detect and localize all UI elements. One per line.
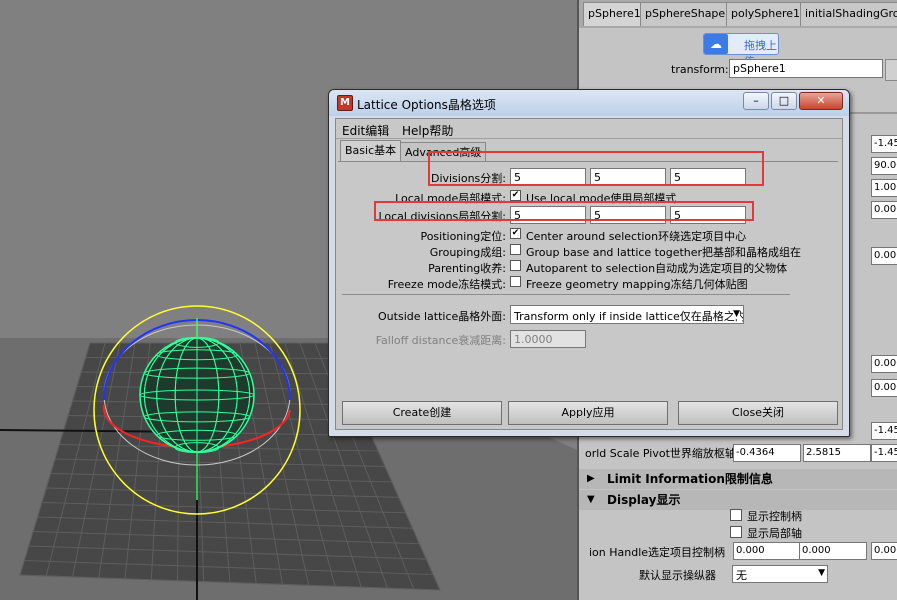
- highlight-local-divisions-box: [374, 201, 754, 221]
- parenting-checkbox[interactable]: [510, 260, 521, 271]
- node-tab-polysphere1[interactable]: polySphere1: [726, 2, 806, 26]
- display-local-axis-checkbox[interactable]: [730, 526, 742, 538]
- outside-lattice-dropdown[interactable]: Transform only if inside lattice仅在晶格之内 ▼: [510, 305, 744, 324]
- dialog-titlebar[interactable]: M Lattice Options晶格选项 – □ ✕: [329, 90, 849, 116]
- sphere-object: [139, 336, 255, 454]
- maximize-button[interactable]: □: [771, 92, 797, 110]
- chevron-down-icon: ▼: [818, 568, 825, 578]
- default-manipulator-label: 默认显示操纵器: [639, 569, 716, 582]
- node-tab-initialshadinggroup[interactable]: initialShadingGroup: [800, 2, 897, 26]
- highlight-divisions-box: [428, 151, 764, 186]
- attr-value-field[interactable]: 0.000: [871, 379, 897, 397]
- attr-value-field[interactable]: -1.45: [871, 135, 897, 153]
- grouping-checkbox[interactable]: [510, 244, 521, 255]
- collapse-arrow-icon: ▼: [587, 494, 595, 505]
- falloff-distance-label: Falloff distance衰减距离:: [375, 334, 506, 347]
- pivot-y-field[interactable]: 2.5815: [803, 444, 871, 462]
- dialog-menubar: Edit编辑 Help帮助: [336, 119, 842, 139]
- attr-value-field[interactable]: 90.00: [871, 157, 897, 175]
- section-title: Display显示: [607, 493, 681, 507]
- chevron-down-icon: ▼: [733, 309, 740, 319]
- display-section[interactable]: ▼ Display显示: [579, 490, 897, 510]
- freeze-mode-checkbox[interactable]: [510, 276, 521, 287]
- attr-value-field[interactable]: 0.000: [871, 355, 897, 373]
- handle-y-field[interactable]: 0.000: [799, 542, 867, 560]
- focus-button[interactable]: [885, 59, 897, 81]
- upload-button[interactable]: ☁ 拖拽上传: [703, 33, 779, 68]
- default-manipulator-dropdown[interactable]: 无 ▼: [732, 565, 828, 583]
- grouping-label: Grouping成组:: [429, 246, 506, 259]
- display-local-axis-label: 显示局部轴: [747, 527, 802, 540]
- separator: [342, 294, 790, 295]
- attr-value-field[interactable]: 0.000: [871, 247, 897, 265]
- create-button[interactable]: Create创建: [342, 401, 502, 425]
- attr-value-field[interactable]: 1.000: [871, 179, 897, 197]
- attr-value-field[interactable]: 0.000: [871, 201, 897, 219]
- node-tab-row: pSphere1 pSphereShape1 polySphere1 initi…: [579, 0, 897, 28]
- apply-button[interactable]: Apply应用: [508, 401, 668, 425]
- transform-label: transform:: [671, 63, 729, 76]
- limit-information-section[interactable]: ▶ Limit Information限制信息: [579, 469, 897, 489]
- selection-handle-label: ion Handle选定项目控制柄: [589, 546, 726, 559]
- cloud-icon: ☁: [704, 34, 728, 54]
- node-tab-psphere1[interactable]: pSphere1: [583, 2, 646, 26]
- parenting-label: Parenting收养:: [428, 262, 506, 275]
- close-window-button[interactable]: ✕: [799, 92, 843, 110]
- close-button[interactable]: Close关闭: [678, 401, 838, 425]
- handle-z-field[interactable]: 0.000: [871, 542, 897, 560]
- tab-basic[interactable]: Basic基本: [340, 140, 402, 161]
- positioning-checkbox-label: Center around selection环绕选定项目中心: [526, 230, 747, 243]
- world-scale-pivot-label: orld Scale Pivot世界缩放枢轴: [585, 447, 736, 460]
- freeze-mode-checkbox-label: Freeze geometry mapping冻结几何体贴图: [526, 278, 748, 291]
- freeze-mode-label: Freeze mode冻结模式:: [387, 278, 506, 291]
- lattice-options-dialog: M Lattice Options晶格选项 – □ ✕ Edit编辑 Help帮…: [328, 89, 850, 437]
- display-handle-label: 显示控制柄: [747, 510, 802, 523]
- section-title: Limit Information限制信息: [607, 472, 773, 486]
- maya-app-icon: M: [337, 95, 353, 111]
- transform-name-field[interactable]: pSphere1: [729, 59, 883, 78]
- node-tab-psphereshape1[interactable]: pSphereShape1: [640, 2, 738, 26]
- falloff-distance-field[interactable]: 1.0000: [510, 330, 586, 348]
- expand-arrow-icon: ▶: [587, 473, 595, 484]
- outside-lattice-label: Outside lattice晶格外面:: [378, 310, 506, 323]
- pivot-z-field[interactable]: -1.45: [871, 444, 897, 462]
- pivot-x-field[interactable]: -0.4364: [733, 444, 801, 462]
- local-mode-checkbox[interactable]: ✔: [510, 190, 521, 201]
- menu-edit[interactable]: Edit编辑: [342, 122, 389, 139]
- display-handle-checkbox[interactable]: [730, 509, 742, 521]
- attr-value-field[interactable]: -1.45: [871, 422, 897, 440]
- positioning-label: Positioning定位:: [420, 230, 506, 243]
- positioning-checkbox[interactable]: ✔: [510, 228, 521, 239]
- menu-help[interactable]: Help帮助: [402, 122, 453, 139]
- minimize-button[interactable]: –: [743, 92, 769, 110]
- dropdown-value: 无: [736, 569, 747, 582]
- parenting-checkbox-label: Autoparent to selection自动成为选定项目的父物体: [526, 262, 788, 275]
- handle-x-field[interactable]: 0.000: [733, 542, 801, 560]
- dialog-title: Lattice Options晶格选项: [357, 98, 496, 112]
- grouping-checkbox-label: Group base and lattice together把基部和晶格成组在: [526, 246, 802, 259]
- dropdown-value: Transform only if inside lattice仅在晶格之内: [514, 310, 744, 323]
